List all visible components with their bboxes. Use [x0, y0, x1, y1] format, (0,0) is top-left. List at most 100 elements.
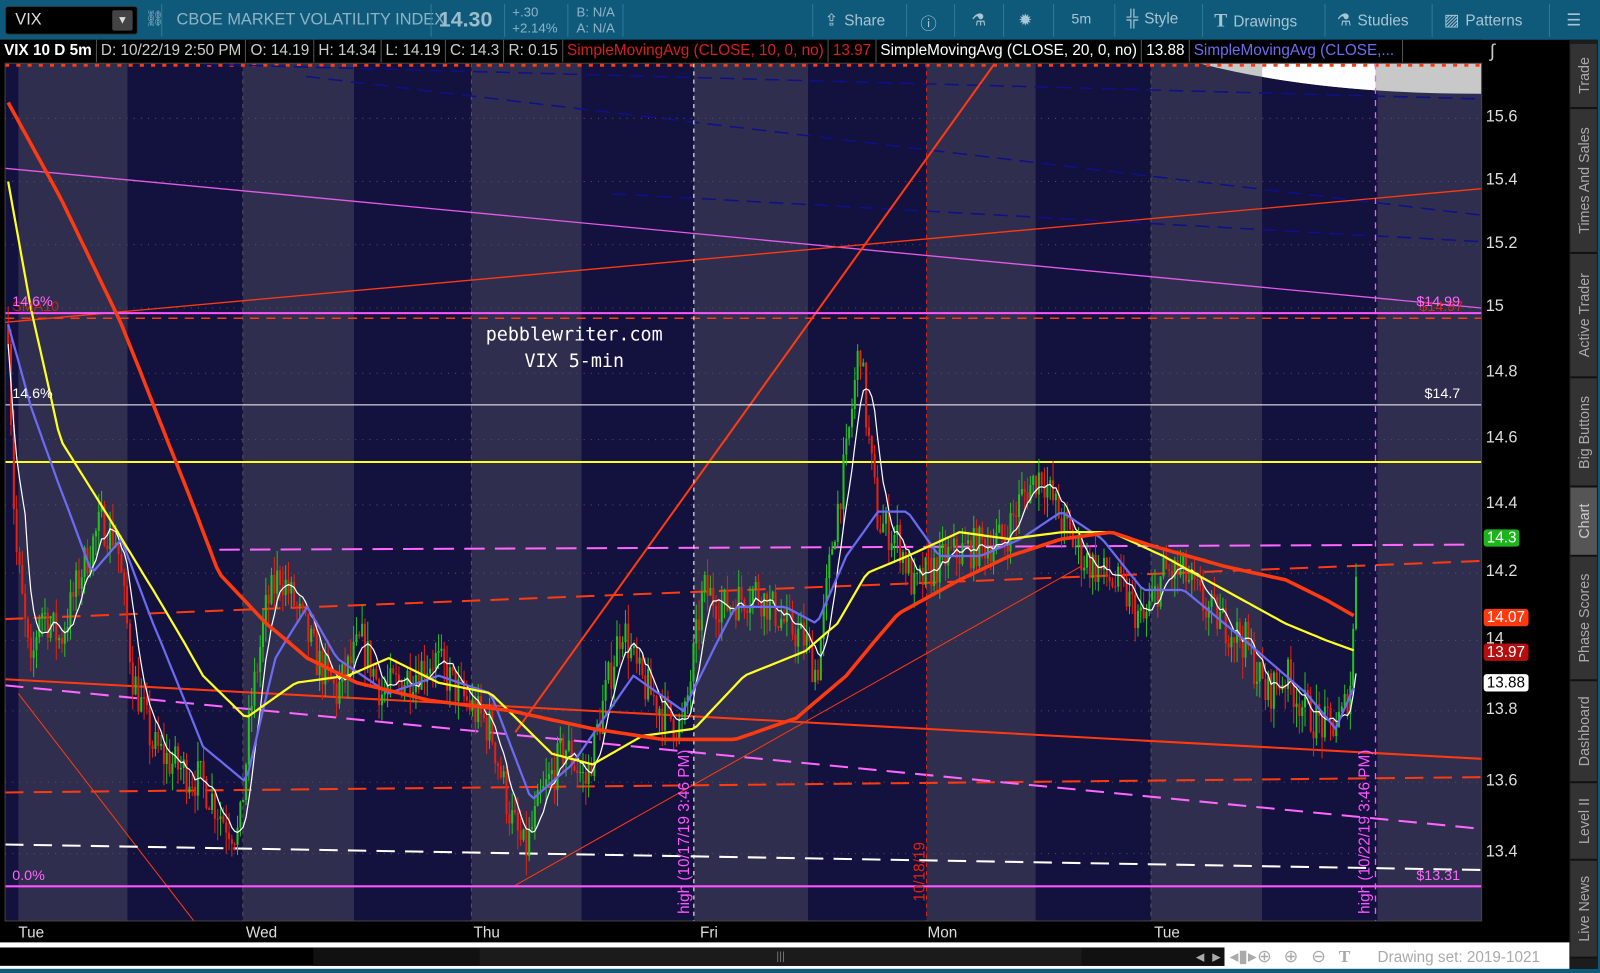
- tab-live-news[interactable]: Live News: [1570, 860, 1597, 959]
- expand-icon[interactable]: ◂▮▸: [1230, 946, 1257, 966]
- candle-down: [1068, 519, 1072, 530]
- candle-down: [661, 708, 664, 731]
- candle-down: [726, 589, 729, 611]
- candle-up: [862, 362, 865, 367]
- candle-up: [1295, 703, 1298, 708]
- candle-up: [720, 603, 723, 623]
- candle-up: [389, 668, 392, 685]
- candle-down: [233, 843, 236, 845]
- menu-button[interactable]: ☰: [1566, 10, 1587, 30]
- candle-down: [157, 731, 160, 746]
- candle-up: [1151, 590, 1154, 601]
- candle-up: [270, 575, 273, 604]
- candle-up: [324, 654, 327, 685]
- price-chart[interactable]: [0, 0, 1569, 942]
- scroll-right-icon[interactable]: ▶: [1212, 951, 1221, 964]
- candle-down: [715, 606, 718, 620]
- candle-down: [148, 705, 151, 746]
- candle-down: [1196, 579, 1199, 581]
- zoom-out-icon[interactable]: ⊖: [1311, 946, 1326, 966]
- candle-down: [873, 453, 876, 478]
- crosshair-icon[interactable]: ⊕: [1257, 946, 1272, 966]
- candle-down: [137, 676, 140, 712]
- candle-up: [1083, 567, 1086, 571]
- tab-trade[interactable]: Trade: [1570, 43, 1597, 110]
- candle-up: [92, 536, 95, 567]
- tab-dashboard[interactable]: Dashboard: [1570, 681, 1597, 784]
- candle-down: [499, 766, 502, 778]
- session-band: [127, 63, 243, 921]
- candle-down: [1142, 607, 1145, 619]
- candle-down: [1006, 545, 1009, 552]
- candle-up: [179, 767, 182, 770]
- price-tick-label: 14.4: [1485, 494, 1518, 512]
- tab-big-buttons[interactable]: Big Buttons: [1570, 378, 1597, 488]
- price-tick-label: 13.8: [1485, 700, 1518, 719]
- candle-up: [1230, 637, 1233, 648]
- candle-up: [632, 646, 635, 649]
- tab-times-and-sales[interactable]: Times And Sales: [1570, 109, 1597, 254]
- scroll-left-icon[interactable]: ◀: [1196, 951, 1205, 964]
- session-band: [808, 63, 927, 921]
- candle-down: [879, 528, 882, 533]
- candle-down: [644, 675, 647, 700]
- candle-down: [29, 637, 32, 658]
- candle-down: [1199, 580, 1202, 586]
- candle-up: [833, 541, 837, 550]
- tab-active-trader[interactable]: Active Trader: [1570, 253, 1597, 379]
- candle-up: [581, 772, 585, 774]
- candle-down: [519, 830, 522, 840]
- candle-down: [774, 591, 777, 627]
- candle-down: [1094, 554, 1097, 582]
- candle-up: [109, 521, 112, 550]
- candle-down: [18, 551, 21, 566]
- candle-down: [698, 619, 701, 631]
- date-label: Tue: [1154, 924, 1180, 942]
- candle-up: [916, 573, 919, 575]
- candle-down: [230, 839, 233, 844]
- candle-up: [1139, 607, 1142, 611]
- candle-down: [1080, 538, 1083, 571]
- candle-down: [375, 668, 378, 680]
- candle-down: [392, 668, 395, 674]
- candle-up: [723, 589, 726, 604]
- candle-up: [559, 738, 562, 744]
- candle-up: [967, 540, 970, 544]
- candle-down: [446, 663, 449, 691]
- candle-down: [497, 763, 500, 767]
- candle-up: [938, 545, 941, 583]
- candle-up: [638, 657, 641, 664]
- candle-up: [556, 743, 559, 791]
- scroll-thumb[interactable]: |||: [479, 947, 1082, 966]
- candle-down: [301, 603, 304, 609]
- candle-up: [1128, 591, 1131, 607]
- candle-up: [754, 581, 757, 590]
- tab-phase-scores[interactable]: Phase Scores: [1570, 556, 1597, 682]
- candle-up: [890, 543, 893, 551]
- candle-down: [228, 832, 231, 840]
- candle-up: [32, 650, 35, 658]
- candle-up: [547, 774, 551, 780]
- watermark-site: pebblewriter.com: [485, 324, 663, 346]
- drawing-set-label[interactable]: Drawing set: 2019-1021: [1378, 949, 1541, 966]
- candle-down: [395, 673, 398, 675]
- candle-down: [1119, 566, 1123, 574]
- candle-up: [545, 779, 548, 786]
- tab-chart[interactable]: Chart: [1570, 487, 1597, 557]
- candle-down: [312, 628, 315, 634]
- candle-up: [1018, 494, 1021, 518]
- candle-up: [1315, 704, 1318, 739]
- candle-up: [615, 636, 618, 667]
- candle-up: [819, 639, 822, 681]
- candle-up: [1354, 576, 1358, 629]
- text-tool-icon[interactable]: T: [1339, 946, 1351, 966]
- zoom-in-icon[interactable]: ⊕: [1284, 946, 1299, 966]
- candle-down: [870, 435, 873, 454]
- date-label: Wed: [245, 924, 278, 942]
- tab-level-ii[interactable]: Level II: [1570, 783, 1597, 861]
- candle-down: [811, 641, 814, 683]
- candle-down: [573, 765, 576, 771]
- candle-up: [884, 511, 887, 524]
- candle-up: [236, 827, 239, 845]
- candle-down: [191, 786, 194, 788]
